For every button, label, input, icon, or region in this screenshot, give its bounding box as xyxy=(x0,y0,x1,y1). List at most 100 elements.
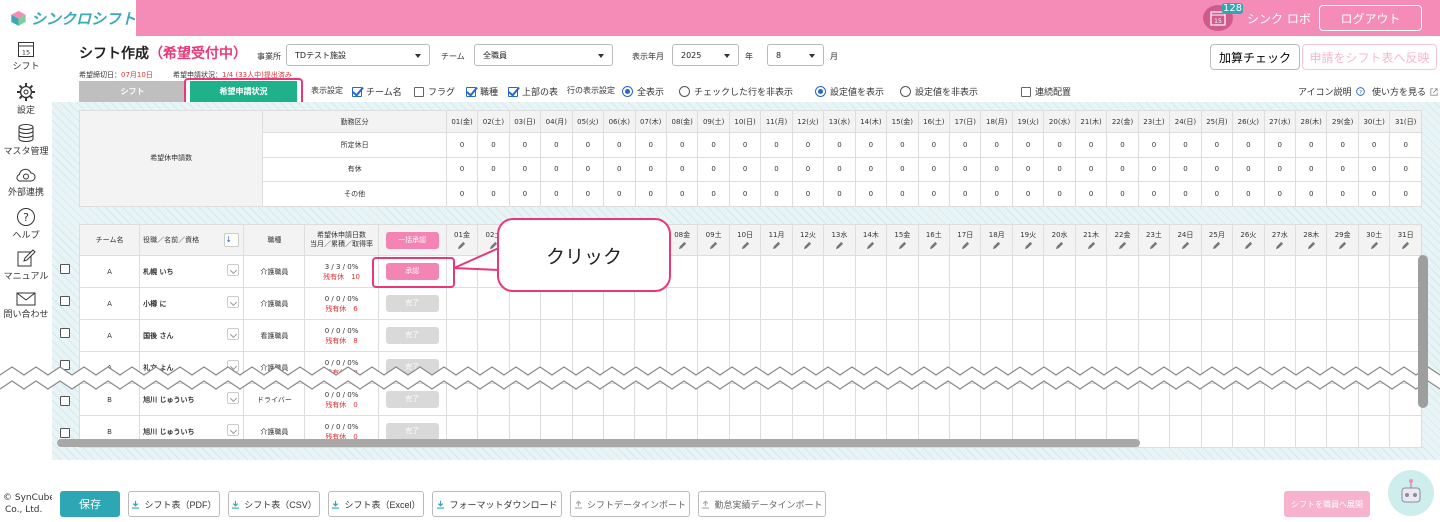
shift-cell[interactable] xyxy=(1200,287,1234,320)
shift-cell[interactable] xyxy=(1043,287,1076,320)
row-checkbox[interactable] xyxy=(60,396,70,406)
option-job-type[interactable]: 職種 xyxy=(466,85,498,98)
shift-cell[interactable] xyxy=(665,319,699,352)
shift-cell[interactable] xyxy=(760,287,793,320)
shift-cell[interactable] xyxy=(1357,415,1391,448)
shift-cell[interactable] xyxy=(1326,319,1359,352)
row-name[interactable]: 小樽 に xyxy=(139,287,245,320)
shift-cell[interactable] xyxy=(854,287,888,320)
radio-show-values[interactable]: 設定値を表示 xyxy=(815,85,884,98)
save-button[interactable]: 保存 xyxy=(60,491,120,517)
shift-cell[interactable] xyxy=(1011,255,1045,288)
shift-cell[interactable] xyxy=(1074,319,1108,352)
staff-day-header[interactable]: 23土 xyxy=(1137,224,1171,256)
completed-button[interactable]: 完了 xyxy=(385,295,439,312)
team-select[interactable]: 全職員 xyxy=(474,44,613,66)
shift-cell[interactable] xyxy=(1389,287,1422,320)
shift-cell[interactable] xyxy=(917,319,951,352)
shift-cell[interactable] xyxy=(1232,287,1265,320)
shift-cell[interactable] xyxy=(1294,287,1328,320)
shift-cell[interactable] xyxy=(1169,255,1202,288)
horizontal-scrollbar[interactable] xyxy=(57,439,1140,447)
sidebar-item-manual[interactable]: マニュアル xyxy=(0,248,52,282)
shift-cell[interactable] xyxy=(1169,319,1202,352)
shift-cell[interactable] xyxy=(445,287,479,320)
staff-day-header[interactable]: 21木 xyxy=(1074,224,1108,256)
staff-day-header[interactable]: 11月 xyxy=(760,224,793,256)
shift-cell[interactable] xyxy=(1389,415,1422,448)
staff-day-header[interactable]: 09土 xyxy=(697,224,730,256)
staff-day-header[interactable]: 10日 xyxy=(728,224,762,256)
robot-avatar[interactable] xyxy=(1388,470,1434,516)
shift-cell[interactable] xyxy=(1137,319,1171,352)
shift-cell[interactable] xyxy=(886,287,919,320)
staff-day-header[interactable]: 20水 xyxy=(1043,224,1076,256)
year-select[interactable]: 2025 xyxy=(672,44,739,66)
staff-day-header[interactable]: 12火 xyxy=(791,224,825,256)
staff-day-header[interactable]: 27水 xyxy=(1263,224,1297,256)
shift-cell[interactable] xyxy=(823,255,856,288)
radio-hide-checked[interactable]: チェックした行を非表示 xyxy=(679,85,793,98)
shift-cell[interactable] xyxy=(1137,287,1171,320)
shift-cell[interactable] xyxy=(1043,319,1076,352)
shift-cell[interactable] xyxy=(634,319,667,352)
staff-day-header[interactable]: 25月 xyxy=(1200,224,1234,256)
chevron-down-icon[interactable] xyxy=(227,296,240,308)
shift-cell[interactable] xyxy=(980,287,1013,320)
shift-cell[interactable] xyxy=(1294,255,1328,288)
shift-cell[interactable] xyxy=(791,255,825,288)
chevron-down-icon[interactable] xyxy=(227,264,240,276)
radio-hide-values[interactable]: 設定値を非表示 xyxy=(900,85,978,98)
option-team-name[interactable]: チーム名 xyxy=(352,85,402,98)
vertical-scrollbar[interactable] xyxy=(1418,255,1428,408)
month-select[interactable]: 8 xyxy=(767,44,824,66)
shift-cell[interactable] xyxy=(1326,287,1359,320)
option-top-table[interactable]: 上部の表 xyxy=(508,85,558,98)
shift-cell[interactable] xyxy=(1106,319,1139,352)
shift-cell[interactable] xyxy=(697,255,730,288)
shift-cell[interactable] xyxy=(1294,319,1328,352)
shift-cell[interactable] xyxy=(823,287,856,320)
shift-cell[interactable] xyxy=(949,287,982,320)
footer-button-4[interactable]: シフトデータインポート xyxy=(570,491,690,517)
shift-cell[interactable] xyxy=(1011,319,1045,352)
shift-cell[interactable] xyxy=(1169,415,1202,448)
shift-cell[interactable] xyxy=(854,319,888,352)
shift-cell[interactable] xyxy=(540,319,573,352)
footer-button-1[interactable]: シフト表（CSV） xyxy=(228,491,320,517)
shift-cell[interactable] xyxy=(1232,319,1265,352)
shift-cell[interactable] xyxy=(980,319,1013,352)
shift-cell[interactable] xyxy=(1263,255,1297,288)
sidebar-item-settings[interactable]: 設定 xyxy=(0,82,52,116)
shift-cell[interactable] xyxy=(1232,255,1265,288)
logo[interactable]: シンクロシフト xyxy=(0,0,136,36)
shift-cell[interactable] xyxy=(917,255,951,288)
shift-cell[interactable] xyxy=(697,287,730,320)
staff-day-header[interactable]: 29金 xyxy=(1326,224,1359,256)
shift-cell[interactable] xyxy=(791,319,825,352)
shift-cell[interactable] xyxy=(917,287,951,320)
shift-cell[interactable] xyxy=(728,319,762,352)
footer-button-0[interactable]: シフト表（PDF） xyxy=(128,491,220,517)
staff-day-header[interactable]: 15金 xyxy=(886,224,919,256)
staff-day-header[interactable]: 18月 xyxy=(980,224,1013,256)
shift-cell[interactable] xyxy=(1074,255,1108,288)
apply-to-shift-button[interactable]: 申請をシフト表へ反映 xyxy=(1302,44,1437,70)
shift-cell[interactable] xyxy=(1357,287,1391,320)
row-checkbox[interactable] xyxy=(60,264,70,274)
bulk-approve-button[interactable]: 一括承認 xyxy=(385,231,439,249)
icon-help-link[interactable]: アイコン説明? xyxy=(1298,85,1365,98)
row-checkbox[interactable] xyxy=(60,328,70,338)
shift-cell[interactable] xyxy=(823,319,856,352)
chevron-down-icon[interactable] xyxy=(227,424,240,436)
sidebar-item-external[interactable]: 外部連携 xyxy=(0,166,52,198)
shift-cell[interactable] xyxy=(1326,415,1359,448)
sidebar-item-master[interactable]: マスタ管理 xyxy=(0,123,52,157)
row-name[interactable]: 札幌 いち xyxy=(139,255,245,288)
sidebar-item-contact[interactable]: 問い合わせ xyxy=(0,292,52,320)
shift-cell[interactable] xyxy=(760,255,793,288)
shift-cell[interactable] xyxy=(477,319,510,352)
shift-cell[interactable] xyxy=(1294,415,1328,448)
shift-cell[interactable] xyxy=(603,319,636,352)
staff-day-header[interactable]: 08金 xyxy=(665,224,699,256)
